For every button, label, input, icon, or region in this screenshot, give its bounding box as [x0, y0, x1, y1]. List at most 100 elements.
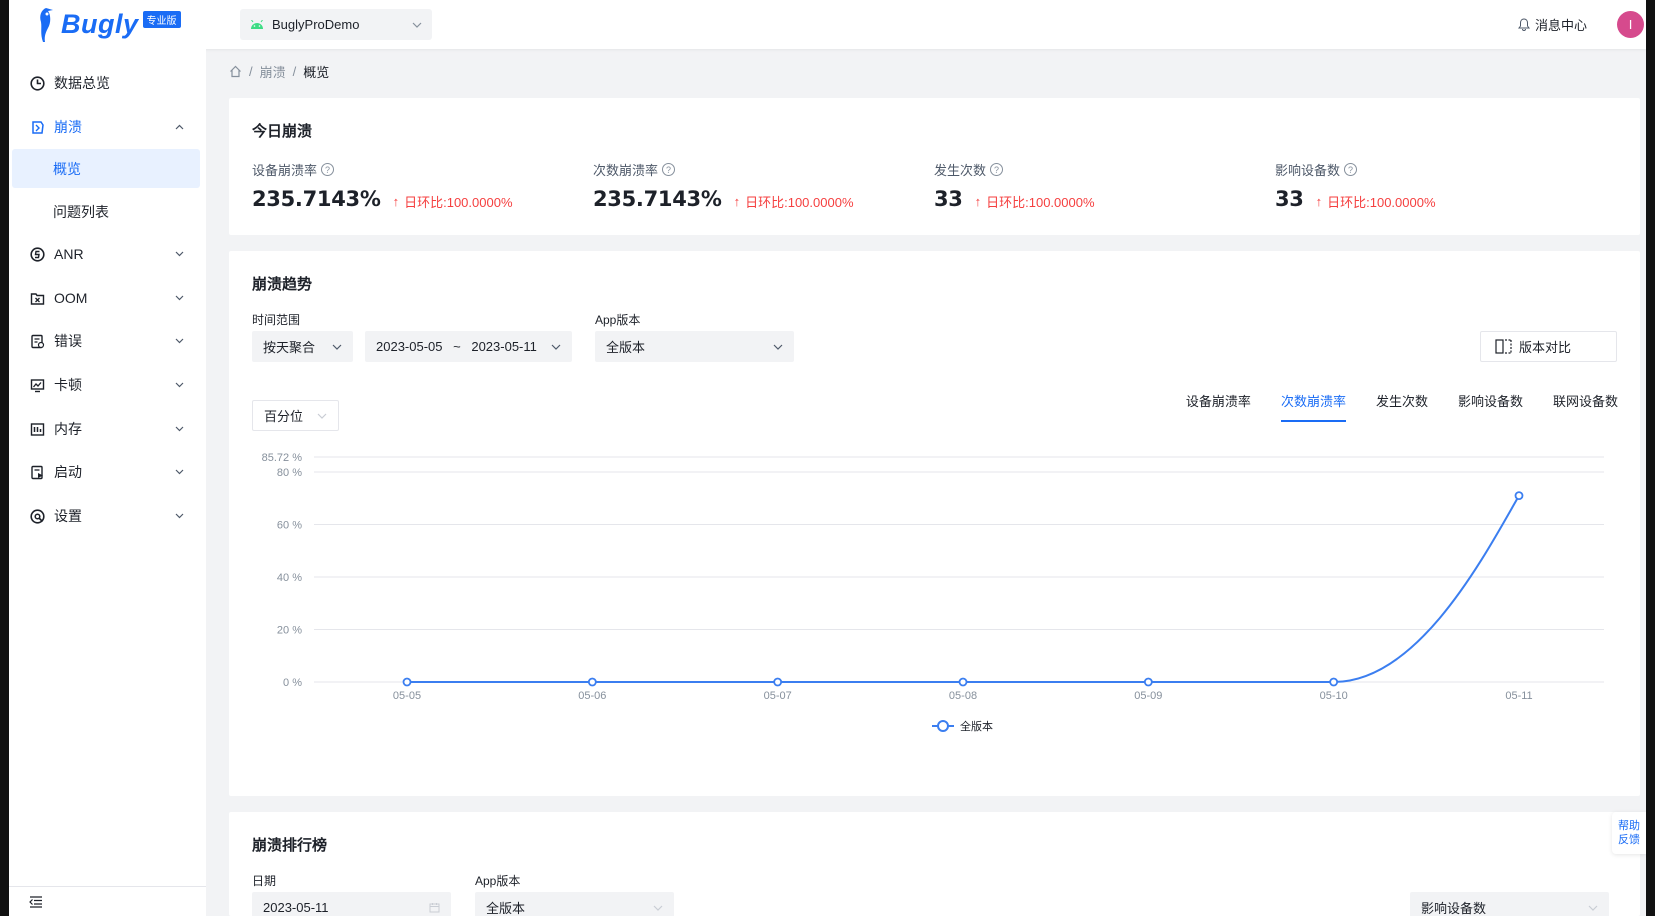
- metric-value: 235.7143%: [252, 187, 381, 211]
- logo-text: Bugly: [61, 9, 139, 39]
- tab-count-crash-rate[interactable]: 次数崩溃率: [1280, 391, 1346, 422]
- date-start: 2023-05-05: [376, 339, 443, 354]
- chevron-down-icon: [174, 336, 184, 346]
- x-tick-label: 05-11: [1505, 690, 1532, 702]
- help-circle-icon[interactable]: ?: [321, 163, 335, 176]
- metric-device-crash-rate: 设备崩溃率? 235.7143% ↑ 日环比:100.0000%: [252, 160, 513, 211]
- message-center-button[interactable]: 消息中心: [1517, 15, 1587, 34]
- window-edge-right: [1646, 0, 1655, 916]
- crash-trend-chart: 0 % 20 % 40 % 60 % 80 % 85.72 % 05-05 05-06 05-0…: [262, 452, 1604, 733]
- ranking-sort-select[interactable]: 影响设备数: [1410, 892, 1609, 916]
- date-range-picker[interactable]: 2023-05-05 ~ 2023-05-11: [365, 331, 572, 362]
- ranking-date-value: 2023-05-11: [263, 900, 329, 915]
- sidebar-item-crash[interactable]: 崩溃: [9, 107, 206, 147]
- help-circle-icon[interactable]: ?: [990, 163, 1004, 176]
- breadcrumb-separator: /: [292, 64, 297, 79]
- sidebar-item-overview[interactable]: 数据总览: [9, 63, 206, 103]
- chevron-down-icon: [317, 413, 327, 419]
- version-compare-button[interactable]: 版本对比: [1480, 331, 1617, 362]
- sidebar-item-label: 卡顿: [54, 377, 82, 393]
- data-point: [587, 677, 597, 687]
- x-tick-label: 05-09: [1134, 690, 1162, 702]
- sidebar-item-lag[interactable]: 卡顿: [9, 365, 206, 405]
- arrow-up-icon: ↑: [974, 194, 982, 209]
- tab-occurrences[interactable]: 发生次数: [1376, 391, 1428, 422]
- launch-icon: [28, 463, 46, 481]
- memory-icon: [28, 420, 46, 438]
- sidebar-item-oom[interactable]: OOM: [9, 278, 206, 318]
- date-range-text: 2023-05-05 ~ 2023-05-11: [376, 339, 551, 354]
- metric-tabs: 设备崩溃率 次数崩溃率 发生次数 影响设备数 联网设备数: [1156, 391, 1618, 422]
- help-label: 帮助: [1618, 820, 1640, 832]
- sidebar-item-label: ANR: [54, 246, 84, 262]
- tab-online-devices[interactable]: 联网设备数: [1553, 391, 1618, 422]
- chevron-down-icon: [412, 22, 422, 28]
- x-tick-label: 05-07: [764, 690, 792, 702]
- metric-value: 33: [934, 187, 963, 211]
- anr-icon: [28, 245, 46, 263]
- crash-trend-card: 崩溃趋势 时间范围 按天聚合 2023-05-05 ~ 2023-05-11 A…: [229, 251, 1640, 796]
- help-circle-icon[interactable]: ?: [662, 163, 676, 176]
- app-selector[interactable]: BuglyProDemo: [240, 9, 432, 40]
- dashboard-icon: [28, 74, 46, 92]
- bell-icon: [1517, 18, 1530, 31]
- data-point: [402, 677, 412, 687]
- pro-badge: 专业版: [142, 11, 181, 28]
- breadcrumb-current: 概览: [303, 65, 330, 80]
- error-icon: [28, 332, 46, 350]
- sidebar-item-label: 数据总览: [54, 75, 110, 91]
- sidebar-item-memory[interactable]: 内存: [9, 409, 206, 449]
- y-tick-label: 20 %: [277, 625, 302, 637]
- data-point: [773, 677, 783, 687]
- app-version-select[interactable]: 全版本: [595, 331, 794, 362]
- ranking-sort-value: 影响设备数: [1421, 901, 1487, 916]
- user-avatar[interactable]: I: [1617, 11, 1644, 38]
- arrow-up-icon: ↑: [1315, 194, 1323, 209]
- sidebar-subitem-issue-list[interactable]: 问题列表: [12, 192, 200, 231]
- aggregation-select[interactable]: 按天聚合: [252, 331, 353, 362]
- app-version-value: 全版本: [606, 340, 646, 355]
- sidebar-item-error[interactable]: 错误: [9, 321, 206, 361]
- card-title: 崩溃趋势: [252, 276, 313, 293]
- chevron-down-icon: [174, 380, 184, 390]
- ranking-app-version-select[interactable]: 全版本: [475, 892, 674, 916]
- metric-label: 发生次数: [934, 163, 987, 178]
- sidebar-item-launch[interactable]: 启动: [9, 452, 206, 492]
- metric-change-text: 日环比:100.0000%: [1327, 195, 1436, 210]
- metric-label: 次数崩溃率: [593, 163, 659, 178]
- breadcrumb-separator: /: [249, 64, 253, 79]
- chevron-down-icon: [174, 293, 184, 303]
- metric-change-text: 日环比:100.0000%: [986, 195, 1095, 210]
- breadcrumb: / 崩溃 / 概览: [229, 62, 329, 81]
- sidebar-collapse-button[interactable]: [9, 886, 206, 916]
- card-title: 今日崩溃: [252, 123, 313, 140]
- sidebar-item-settings[interactable]: 设置: [9, 496, 206, 536]
- breadcrumb-crash[interactable]: 崩溃: [260, 62, 286, 81]
- chevron-down-icon: [653, 905, 663, 911]
- home-icon[interactable]: [229, 65, 242, 78]
- sidebar-item-label: OOM: [54, 290, 88, 306]
- percentile-select[interactable]: 百分位: [252, 400, 339, 431]
- series-line: [407, 495, 1520, 683]
- sidebar-subitem-overview[interactable]: 概览: [12, 149, 200, 188]
- help-circle-icon[interactable]: ?: [1344, 163, 1358, 176]
- app-version-label: App版本: [475, 874, 521, 888]
- chevron-down-icon: [174, 249, 184, 259]
- crash-icon: [28, 118, 46, 136]
- top-bar: Bugly 专业版 BuglyProDemo 消息中心 I: [9, 0, 1646, 49]
- tab-device-crash-rate[interactable]: 设备崩溃率: [1186, 391, 1251, 422]
- metric-change: ↑ 日环比:100.0000%: [975, 192, 1095, 211]
- chevron-down-icon: [174, 511, 184, 521]
- arrow-up-icon: ↑: [392, 194, 400, 209]
- metric-count-crash-rate: 次数崩溃率? 235.7143% ↑ 日环比:100.0000%: [593, 160, 854, 211]
- metric-value: 235.7143%: [593, 187, 722, 211]
- chevron-up-icon: [174, 122, 184, 132]
- bugly-logo[interactable]: Bugly 专业版: [35, 6, 240, 44]
- help-feedback-button[interactable]: 帮助 反馈: [1612, 812, 1646, 854]
- sidebar-item-anr[interactable]: ANR: [9, 234, 206, 274]
- ranking-date-picker[interactable]: 2023-05-11: [252, 892, 451, 916]
- legend-marker: [937, 720, 949, 732]
- tab-affected-devices[interactable]: 影响设备数: [1458, 391, 1523, 422]
- compare-icon: [1495, 339, 1512, 354]
- card-title: 崩溃排行榜: [252, 837, 328, 854]
